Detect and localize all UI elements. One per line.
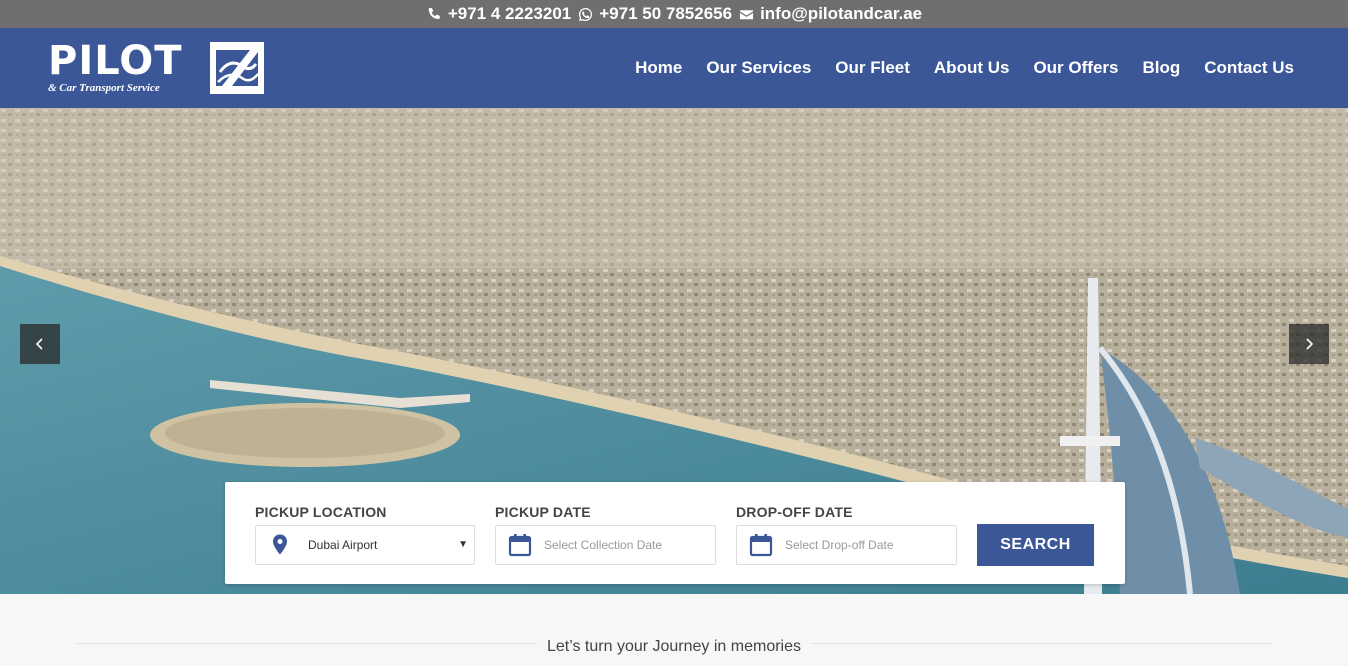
- contact-bar: +971 4 2223201 +971 50 7852656 info@pilo…: [0, 0, 1348, 28]
- whatsapp-number: +971 50 7852656: [599, 4, 733, 23]
- nav-contact-us[interactable]: Contact Us: [1204, 58, 1294, 78]
- dropoff-date-label: DROP-OFF DATE: [736, 504, 853, 520]
- intro-section: Let’s turn your Journey in memories: [0, 594, 1348, 666]
- chevron-right-icon: [1306, 338, 1314, 350]
- site-header: PILOT & Car Transport Service Home Our S…: [0, 28, 1348, 108]
- calendar-icon: [749, 534, 773, 557]
- nav-our-offers[interactable]: Our Offers: [1033, 58, 1118, 78]
- email-link[interactable]: info@pilotandcar.ae: [738, 4, 922, 24]
- envelope-icon: [738, 6, 754, 22]
- nav-blog[interactable]: Blog: [1142, 58, 1180, 78]
- phone-icon: [426, 6, 442, 22]
- nav-home[interactable]: Home: [635, 58, 682, 78]
- logo-mark-icon: [210, 42, 264, 94]
- logo-title: PILOT: [48, 38, 183, 84]
- logo-subtitle: & Car Transport Service: [48, 82, 160, 94]
- pickup-date-input[interactable]: Select Collection Date: [495, 525, 716, 565]
- search-button[interactable]: SEARCH: [977, 524, 1094, 566]
- main-nav: Home Our Services Our Fleet About Us Our…: [635, 28, 1294, 108]
- chevron-left-icon: [35, 338, 43, 350]
- slider-prev-button[interactable]: [20, 324, 60, 364]
- tagline-wrap: Let’s turn your Journey in memories: [0, 638, 1348, 656]
- calendar-icon: [508, 534, 532, 557]
- whatsapp-icon: [577, 6, 593, 22]
- nav-our-services[interactable]: Our Services: [706, 58, 811, 78]
- slider-next-button[interactable]: [1289, 324, 1329, 364]
- booking-search-form: PICKUP LOCATION Dubai Airport ▼ PICKUP D…: [225, 482, 1125, 584]
- pickup-location-select[interactable]: Dubai Airport ▼: [255, 525, 475, 565]
- nav-our-fleet[interactable]: Our Fleet: [835, 58, 910, 78]
- dropdown-caret-icon: ▼: [458, 539, 468, 550]
- pickup-date-placeholder: Select Collection Date: [544, 538, 663, 552]
- phone-link[interactable]: +971 4 2223201: [426, 4, 571, 24]
- site-logo[interactable]: PILOT & Car Transport Service: [46, 40, 266, 98]
- pickup-location-value: Dubai Airport: [308, 538, 378, 552]
- whatsapp-link[interactable]: +971 50 7852656: [577, 4, 732, 24]
- pickup-location-label: PICKUP LOCATION: [255, 504, 387, 520]
- pickup-date-label: PICKUP DATE: [495, 504, 591, 520]
- phone-number: +971 4 2223201: [447, 4, 572, 23]
- tagline-text: Let’s turn your Journey in memories: [536, 638, 812, 655]
- dropoff-date-input[interactable]: Select Drop-off Date: [736, 525, 957, 565]
- dropoff-date-placeholder: Select Drop-off Date: [785, 538, 894, 552]
- nav-about-us[interactable]: About Us: [934, 58, 1010, 78]
- email-address: info@pilotandcar.ae: [760, 4, 923, 23]
- map-pin-icon: [273, 534, 287, 555]
